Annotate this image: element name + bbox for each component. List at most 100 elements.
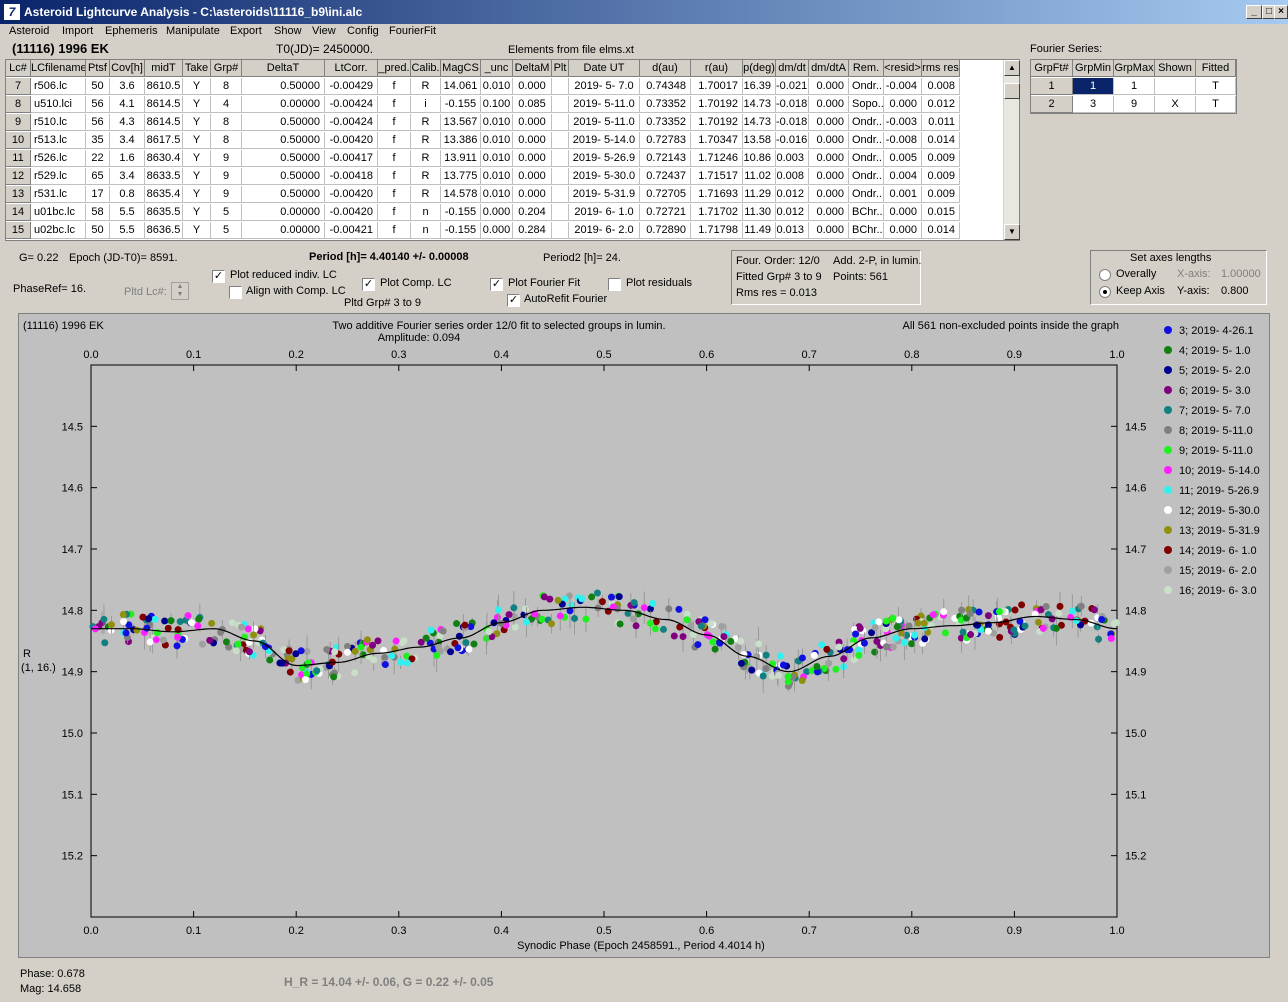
minimize-button[interactable]: _: [1246, 5, 1262, 19]
table-cell[interactable]: 0.008: [776, 168, 809, 185]
table-cell[interactable]: 0.72143: [640, 150, 691, 167]
table-cell[interactable]: 3.4: [110, 168, 145, 185]
table-cell[interactable]: f: [378, 132, 411, 149]
table-cell[interactable]: -0.004: [884, 78, 922, 95]
table-cell[interactable]: 1.70192: [691, 114, 743, 131]
table-cell[interactable]: 1.71702: [691, 204, 743, 221]
row-header[interactable]: 14: [6, 204, 31, 221]
table-cell[interactable]: u510.lci: [31, 96, 86, 113]
table-cell[interactable]: 0.000: [513, 168, 552, 185]
table-cell[interactable]: r513.lc: [31, 132, 86, 149]
table-cell[interactable]: 0.004: [884, 168, 922, 185]
table-cell[interactable]: -0.155: [441, 204, 481, 221]
table-cell[interactable]: 11.02: [743, 168, 776, 185]
table-cell[interactable]: 13.775: [441, 168, 481, 185]
table-cell[interactable]: Y: [183, 222, 211, 239]
table-cell[interactable]: -0.018: [776, 96, 809, 113]
table-cell[interactable]: 11.49: [743, 222, 776, 239]
table-cell[interactable]: r510.lc: [31, 114, 86, 131]
table-cell[interactable]: 1.70192: [691, 96, 743, 113]
plot-reduced-checkbox[interactable]: ✓: [212, 270, 225, 283]
table-cell[interactable]: 0.010: [481, 186, 513, 203]
table-cell[interactable]: 13.911: [441, 150, 481, 167]
yaxis-input[interactable]: 0.800: [1221, 285, 1249, 297]
fourier-cell[interactable]: T: [1196, 96, 1236, 113]
overally-radio[interactable]: [1099, 269, 1111, 281]
fourier-column-header[interactable]: GrpMax: [1114, 60, 1155, 77]
table-cell[interactable]: 0.000: [809, 96, 849, 113]
plot-fourier-checkbox[interactable]: ✓: [490, 278, 503, 291]
row-header[interactable]: 8: [6, 96, 31, 113]
table-cell[interactable]: 3.6: [110, 78, 145, 95]
column-header[interactable]: _unc: [481, 60, 513, 77]
table-cell[interactable]: [552, 168, 569, 185]
fourier-cell[interactable]: [1155, 78, 1196, 95]
table-cell[interactable]: Y: [183, 96, 211, 113]
table-cell[interactable]: 0.72721: [640, 204, 691, 221]
table-cell[interactable]: f: [378, 168, 411, 185]
table-cell[interactable]: 14.061: [441, 78, 481, 95]
table-cell[interactable]: 0.000: [481, 204, 513, 221]
table-cell[interactable]: 0.00000: [242, 96, 325, 113]
table-cell[interactable]: 2019- 5-26.9: [569, 150, 640, 167]
table-cell[interactable]: 4.1: [110, 96, 145, 113]
column-header[interactable]: rms res: [922, 60, 960, 77]
table-cell[interactable]: 0.000: [513, 150, 552, 167]
table-cell[interactable]: Ondr...: [849, 186, 884, 203]
table-cell[interactable]: Y: [183, 168, 211, 185]
table-cell[interactable]: n: [411, 222, 441, 239]
row-header[interactable]: 11: [6, 150, 31, 167]
column-header[interactable]: MagCS: [441, 60, 481, 77]
table-cell[interactable]: -0.00420: [325, 132, 378, 149]
table-cell[interactable]: 0.009: [922, 186, 960, 203]
table-cell[interactable]: -0.00424: [325, 96, 378, 113]
close-button[interactable]: ×: [1274, 5, 1288, 19]
table-cell[interactable]: -0.018: [776, 114, 809, 131]
table-cell[interactable]: Y: [183, 186, 211, 203]
table-cell[interactable]: Ondr...: [849, 168, 884, 185]
fourier-cell[interactable]: 9: [1114, 96, 1155, 113]
table-cell[interactable]: 5.5: [110, 204, 145, 221]
table-cell[interactable]: f: [378, 150, 411, 167]
column-header[interactable]: Lc#: [6, 60, 31, 77]
table-cell[interactable]: 65: [86, 168, 110, 185]
table-cell[interactable]: 0.009: [922, 168, 960, 185]
menu-export[interactable]: Export: [230, 25, 262, 37]
table-cell[interactable]: 14.73: [743, 96, 776, 113]
table-cell[interactable]: 8633.5: [145, 168, 183, 185]
table-cell[interactable]: 0.000: [809, 186, 849, 203]
table-cell[interactable]: 35: [86, 132, 110, 149]
table-cell[interactable]: [552, 114, 569, 131]
table-cell[interactable]: 0.73352: [640, 114, 691, 131]
lightcurve-plot[interactable]: (11116) 1996 EK Two additive Fourier ser…: [18, 313, 1270, 958]
table-cell[interactable]: f: [378, 78, 411, 95]
table-cell[interactable]: [552, 132, 569, 149]
table-cell[interactable]: 0.000: [809, 168, 849, 185]
table-cell[interactable]: 0.010: [481, 78, 513, 95]
column-header[interactable]: Take: [183, 60, 211, 77]
table-cell[interactable]: 9: [211, 150, 242, 167]
table-cell[interactable]: 0.005: [884, 150, 922, 167]
column-header[interactable]: midT: [145, 60, 183, 77]
table-cell[interactable]: 58: [86, 204, 110, 221]
table-cell[interactable]: 2019- 5-11.0: [569, 96, 640, 113]
table-cell[interactable]: 0.000: [884, 222, 922, 239]
column-header[interactable]: Ptsf: [86, 60, 110, 77]
table-cell[interactable]: 2019- 5- 7.0: [569, 78, 640, 95]
table-cell[interactable]: -0.00424: [325, 114, 378, 131]
table-cell[interactable]: 8: [211, 78, 242, 95]
column-header[interactable]: <resid>: [884, 60, 922, 77]
table-cell[interactable]: 1.71693: [691, 186, 743, 203]
table-cell[interactable]: 17: [86, 186, 110, 203]
table-cell[interactable]: Y: [183, 132, 211, 149]
table-cell[interactable]: f: [378, 204, 411, 221]
table-cell[interactable]: i: [411, 96, 441, 113]
table-cell[interactable]: 0.015: [922, 204, 960, 221]
fourier-row-header[interactable]: 2: [1031, 96, 1073, 113]
table-cell[interactable]: 13.567: [441, 114, 481, 131]
table-cell[interactable]: 0.74348: [640, 78, 691, 95]
table-cell[interactable]: Y: [183, 78, 211, 95]
fourier-column-header[interactable]: GrpMin: [1073, 60, 1114, 77]
table-cell[interactable]: 0.8: [110, 186, 145, 203]
column-header[interactable]: dm/dt: [776, 60, 809, 77]
